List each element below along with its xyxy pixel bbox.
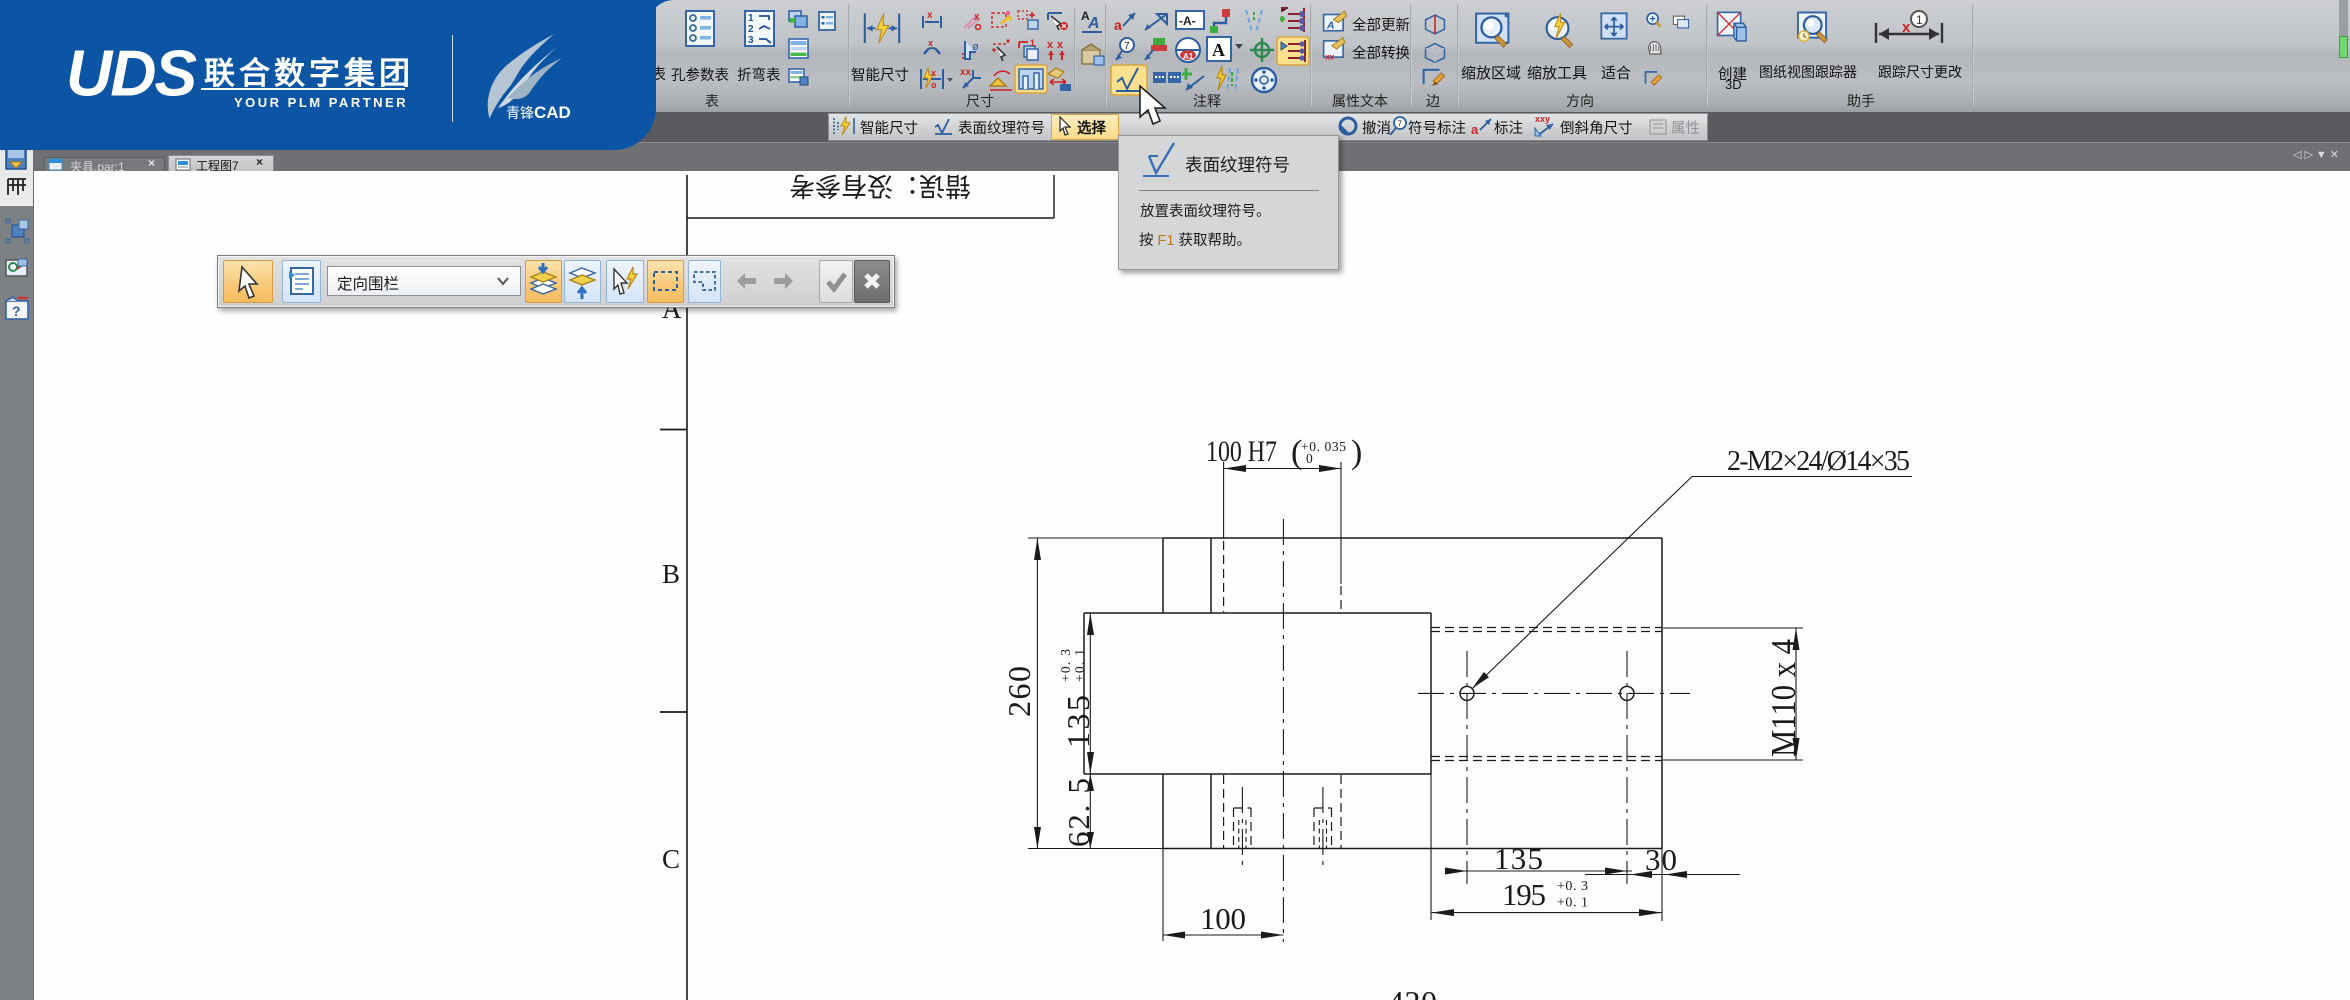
svg-text:195: 195 — [1502, 877, 1546, 912]
svg-text:30: 30 — [1645, 842, 1677, 877]
svg-text:135: 135 — [1060, 695, 1096, 748]
svg-text:135: 135 — [1494, 841, 1543, 876]
svg-text:C: C — [662, 844, 680, 874]
svg-text:+0. 1: +0. 1 — [1557, 896, 1588, 911]
svg-text:M110 x 4: M110 x 4 — [1764, 639, 1803, 757]
svg-text:100: 100 — [1200, 901, 1246, 936]
svg-text:2-M2×24/Ø14×35: 2-M2×24/Ø14×35 — [1727, 446, 1910, 477]
svg-text:+0. 3: +0. 3 — [1058, 649, 1073, 682]
svg-text:): ) — [1351, 434, 1362, 471]
svg-text:B: B — [662, 559, 680, 589]
svg-text:260: 260 — [1001, 666, 1037, 717]
svg-text:错误：没有参考: 错误：没有参考 — [789, 171, 971, 200]
svg-text:+0. 1: +0. 1 — [1072, 649, 1087, 682]
svg-text:62. 5: 62. 5 — [1061, 778, 1096, 847]
svg-text:420: 420 — [1388, 984, 1437, 1000]
svg-text:+0. 3: +0. 3 — [1557, 879, 1588, 894]
svg-text:100 H7: 100 H7 — [1206, 435, 1277, 468]
svg-text:0: 0 — [1306, 451, 1313, 466]
